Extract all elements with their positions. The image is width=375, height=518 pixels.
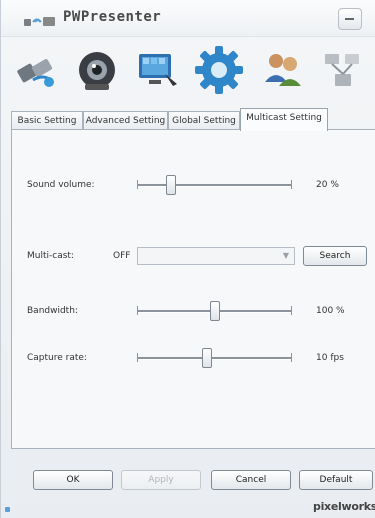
multicast-select[interactable]: ▼ (137, 247, 295, 265)
slider-tick (291, 306, 292, 315)
tab-multicast-setting[interactable]: Multicast Setting (240, 108, 328, 131)
sound-volume-label: Sound volume: (27, 180, 95, 190)
brand-logo: pixelworks (313, 500, 375, 513)
app-logo-icon (24, 17, 55, 26)
tab-advanced-setting[interactable]: Advanced Setting (83, 111, 168, 129)
settings-panel (11, 129, 375, 449)
slider-tick (137, 306, 138, 315)
webcam-icon[interactable] (71, 44, 123, 96)
app-window: PWPresenter Basic Setting Advanced Setti… (0, 0, 375, 518)
users-icon[interactable] (257, 44, 309, 96)
sound-volume-slider[interactable] (137, 175, 292, 195)
default-button[interactable]: Default (299, 470, 373, 490)
multicast-state: OFF (113, 251, 131, 261)
network-icon[interactable] (317, 44, 369, 96)
tab-bar: Basic Setting Advanced Setting Global Se… (11, 108, 375, 131)
slider-tick (291, 353, 292, 362)
bandwidth-slider[interactable] (137, 301, 292, 321)
bandwidth-thumb[interactable] (209, 301, 220, 321)
toolbar (1, 38, 375, 102)
apply-button[interactable]: Apply (121, 470, 201, 490)
cancel-button[interactable]: Cancel (211, 470, 291, 490)
capture-rate-thumb[interactable] (202, 348, 213, 368)
settings-gear-icon[interactable] (191, 42, 247, 98)
tab-global-setting[interactable]: Global Setting (168, 111, 240, 129)
minimize-icon[interactable] (338, 8, 362, 30)
title-bar[interactable]: PWPresenter (1, 0, 375, 37)
connection-icon[interactable] (11, 44, 63, 96)
sound-volume-value: 20 % (316, 180, 339, 190)
capture-rate-value: 10 fps (316, 353, 344, 363)
capture-rate-label: Capture rate: (27, 353, 87, 363)
slider-tick (137, 180, 138, 189)
capture-rate-slider[interactable] (137, 348, 292, 368)
display-icon[interactable] (131, 44, 183, 96)
bandwidth-label: Bandwidth: (27, 306, 78, 316)
sound-volume-thumb[interactable] (166, 175, 176, 195)
app-title: PWPresenter (63, 9, 162, 25)
slider-tick (291, 180, 292, 189)
slider-tick (137, 353, 138, 362)
chevron-down-icon: ▼ (282, 251, 289, 260)
tab-basic-setting[interactable]: Basic Setting (11, 111, 83, 129)
bandwidth-value: 100 % (316, 306, 345, 316)
search-button[interactable]: Search (303, 246, 367, 266)
multicast-label: Multi-cast: (27, 251, 74, 261)
status-indicator (5, 507, 10, 512)
ok-button[interactable]: OK (33, 470, 113, 490)
